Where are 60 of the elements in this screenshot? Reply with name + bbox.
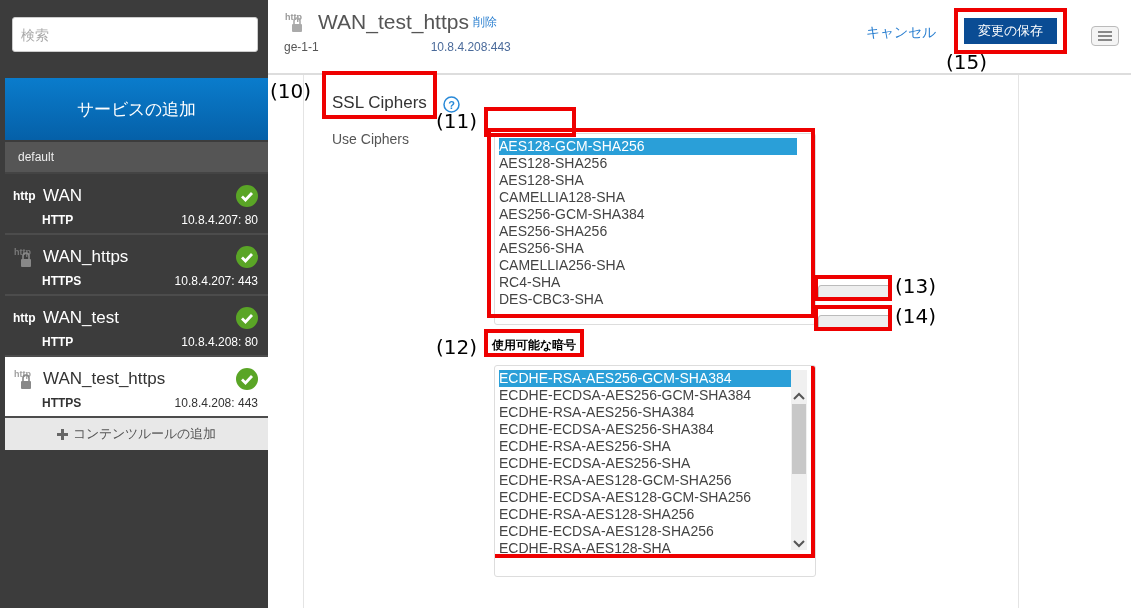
menu-icon: [1097, 30, 1113, 42]
help-icon[interactable]: ?: [442, 96, 460, 113]
plus-icon: [57, 428, 68, 440]
cipher-option[interactable]: AES256-SHA256: [499, 223, 797, 240]
service-address: 10.8.4.207: 443: [174, 274, 258, 288]
field-label: Use Ciphers: [331, 131, 411, 147]
http-icon: http: [13, 311, 37, 325]
cipher-option[interactable]: CAMELLIA128-SHA: [499, 189, 797, 206]
cipher-option[interactable]: ECDHE-ECDSA-AES256-GCM-SHA384: [499, 387, 791, 404]
chevron-down-icon[interactable]: [793, 540, 805, 548]
callout-number: (14): [895, 304, 937, 328]
cipher-option[interactable]: ECDHE-ECDSA-AES128-SHA256: [499, 523, 791, 540]
service-name: WAN_https: [43, 247, 130, 267]
callout-number: (15): [946, 50, 988, 74]
service-type: HTTP: [42, 213, 74, 227]
search-field[interactable]: 検索: [12, 17, 258, 52]
scrollbar-thumb[interactable]: [792, 404, 806, 474]
service-name: WAN_test: [43, 308, 120, 328]
callout-number: (13): [895, 274, 937, 298]
service-item[interactable]: http WAN HTTP 10.8.4.207: 80: [5, 174, 268, 235]
cipher-option[interactable]: ECDHE-ECDSA-AES128-GCM-SHA256: [499, 489, 791, 506]
cancel-link[interactable]: キャンセル: [866, 24, 936, 42]
callout-number: (12): [436, 335, 478, 359]
cipher-option[interactable]: ECDHE-RSA-AES128-SHA: [499, 540, 791, 557]
service-address: 10.8.4.207: 80: [181, 213, 258, 227]
http-icon: http: [13, 189, 37, 203]
cipher-option[interactable]: ECDHE-ECDSA-AES256-SHA384: [499, 421, 791, 438]
service-address: 10.8.4.208: 443: [174, 396, 258, 410]
cipher-option[interactable]: DES-CBC3-SHA: [499, 291, 797, 308]
callout-number: (10): [270, 79, 312, 103]
cipher-option[interactable]: ECDHE-RSA-AES128-SHA256: [499, 506, 791, 523]
scrollbar[interactable]: [791, 370, 807, 550]
service-type: HTTP: [42, 335, 74, 349]
section-title: SSL Ciphers: [332, 93, 427, 112]
add-service-button[interactable]: サービスの追加: [5, 78, 268, 140]
chevron-up-icon[interactable]: [793, 392, 805, 400]
service-name: WAN_test_https: [43, 369, 167, 389]
cipher-option[interactable]: AES256-GCM-SHA384: [499, 206, 797, 223]
interface-label: ge-1-1: [284, 40, 319, 54]
service-type: HTTPS: [42, 274, 82, 288]
cipher-option[interactable]: AES128-SHA: [499, 172, 797, 189]
delete-link[interactable]: 削除: [472, 13, 497, 31]
cipher-option[interactable]: ECDHE-RSA-AES128-GCM-SHA256: [499, 472, 791, 489]
cipher-option[interactable]: RC4-SHA: [499, 274, 797, 291]
cipher-option[interactable]: AES256-SHA: [499, 240, 797, 257]
cipher-option[interactable]: AES128-SHA256: [499, 155, 797, 172]
service-address: 10.8.4.208: 80: [181, 335, 258, 349]
cipher-option[interactable]: CAMELLIA256-SHA: [499, 257, 797, 274]
service-title: WAN_test_https: [318, 10, 469, 34]
save-button[interactable]: 変更の保存: [964, 18, 1057, 44]
service-type: HTTPS: [42, 396, 82, 410]
cipher-option[interactable]: ECDHE-RSA-AES256-SHA: [499, 438, 791, 455]
menu-button[interactable]: [1091, 26, 1119, 46]
add-content-rule-button[interactable]: コンテンツルールの追加: [5, 418, 268, 450]
cipher-option[interactable]: ECDHE-RSA-AES256-SHA384: [499, 404, 791, 421]
service-name: WAN: [43, 186, 84, 206]
group-header: default: [5, 142, 268, 174]
cipher-option[interactable]: ECDHE-ECDSA-AES256-SHA: [499, 455, 791, 472]
list-label: 使用可能な暗号: [492, 338, 576, 352]
address-label: 10.8.4.208:443: [430, 40, 511, 54]
